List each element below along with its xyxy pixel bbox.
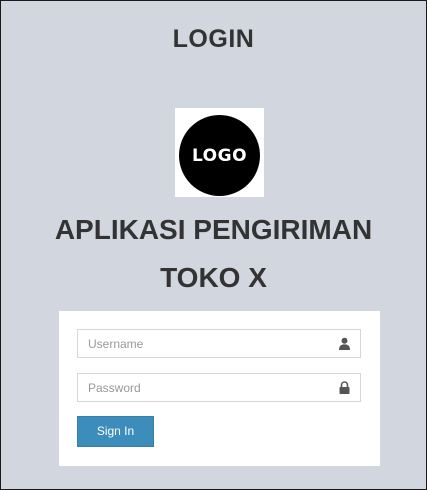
app-title-line-2: TOKO X [160,262,267,293]
login-box: Sign In [59,311,380,466]
lock-icon [339,381,350,394]
username-field[interactable] [77,329,361,358]
logo-text: LOGO [191,145,248,166]
user-icon [339,337,350,350]
app-title: APLIKASI PENGIRIMAN TOKO X [1,206,426,302]
password-input[interactable] [78,374,328,401]
sign-in-button[interactable]: Sign In [77,416,154,447]
password-field[interactable] [77,373,361,402]
logo: LOGO [175,108,264,197]
app-title-line-1: APLIKASI PENGIRIMAN [54,214,373,245]
page-title: LOGIN [172,25,255,53]
login-page: LOGIN LOGO APLIKASI PENGIRIMAN TOKO X Si… [0,0,427,490]
logo-circle: LOGO [179,115,260,196]
username-input[interactable] [78,330,328,357]
